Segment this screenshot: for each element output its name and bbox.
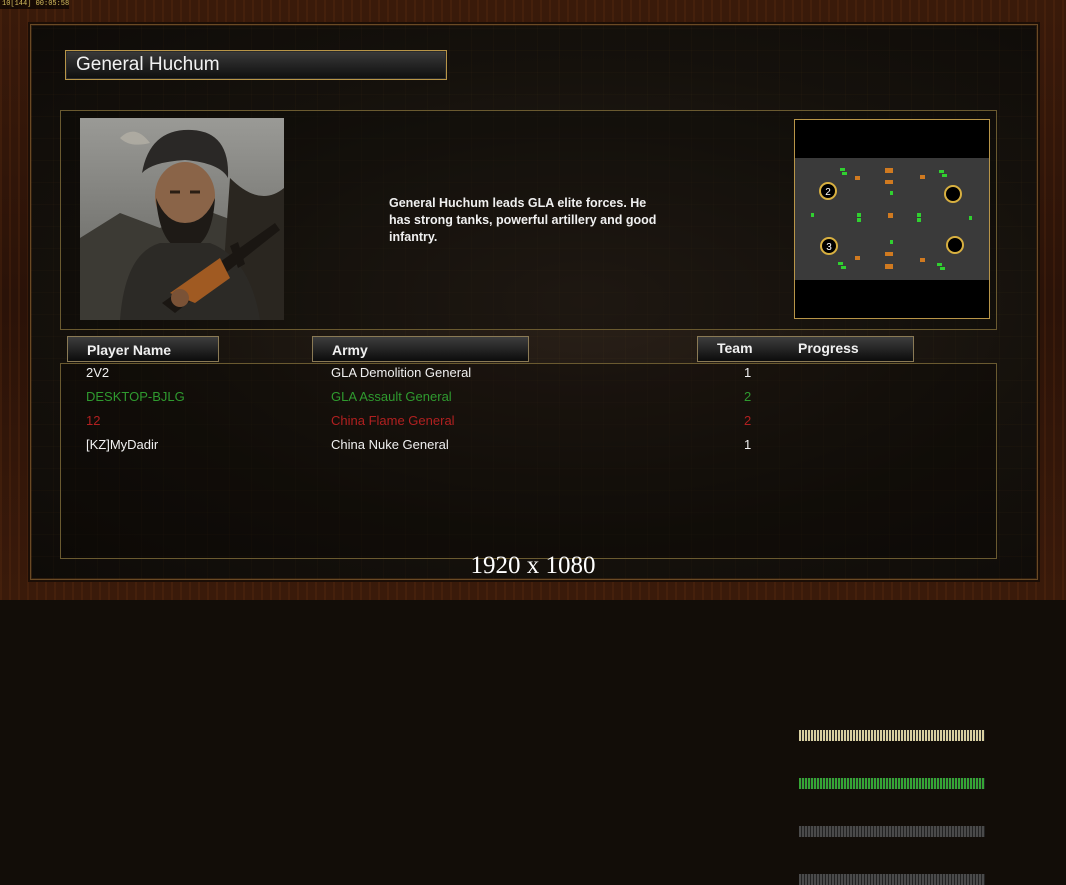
player-name: 12 <box>86 413 101 428</box>
player-army: GLA Demolition General <box>331 365 472 380</box>
general-description: General Huchum leads GLA elite forces. H… <box>389 196 657 244</box>
player-progress-bar <box>799 730 985 741</box>
column-header-player-name[interactable]: Player Name <box>67 336 219 362</box>
player-team: 2 <box>744 413 752 428</box>
start-marker-label: 3 <box>826 242 832 253</box>
general-portrait <box>80 118 284 320</box>
player-progress-bar <box>799 778 985 789</box>
player-row: DESKTOP-BJLG GLA Assault General 2 <box>0 387 1066 789</box>
general-name: General Huchum <box>76 54 220 75</box>
player-progress-bar <box>799 826 985 837</box>
player-team: 1 <box>744 365 752 380</box>
player-team: 2 <box>744 389 752 404</box>
progress-header-label: Progress <box>798 340 859 356</box>
column-header-team-progress[interactable]: Team Progress <box>697 336 914 362</box>
fps-timer-readout: 10[144] 00:05:58 <box>0 0 70 9</box>
start-marker-label: 2 <box>825 187 831 198</box>
player-row: [KZ]MyDadir China Nuke General 1 <box>0 435 1066 885</box>
general-title-box: General Huchum <box>65 50 447 80</box>
team-header-label: Team <box>717 340 753 356</box>
player-army: China Nuke General <box>331 437 449 452</box>
minimap: 2 3 <box>794 119 990 319</box>
player-name: 2V2 <box>86 365 110 380</box>
player-row: 12 China Flame General 2 <box>0 411 1066 837</box>
player-name-header-label: Player Name <box>87 342 172 358</box>
army-header-label: Army <box>332 342 368 358</box>
player-army: China Flame General <box>331 413 455 428</box>
player-team: 1 <box>744 437 752 452</box>
player-row: 2V2 GLA Demolition General 1 <box>0 363 1066 741</box>
player-name: [KZ]MyDadir <box>86 437 159 452</box>
resolution-label: 1920 x 1080 <box>470 552 596 579</box>
player-army: GLA Assault General <box>331 389 452 404</box>
player-progress-bar <box>799 874 985 885</box>
column-header-army[interactable]: Army <box>312 336 529 362</box>
player-name: DESKTOP-BJLG <box>86 389 185 404</box>
